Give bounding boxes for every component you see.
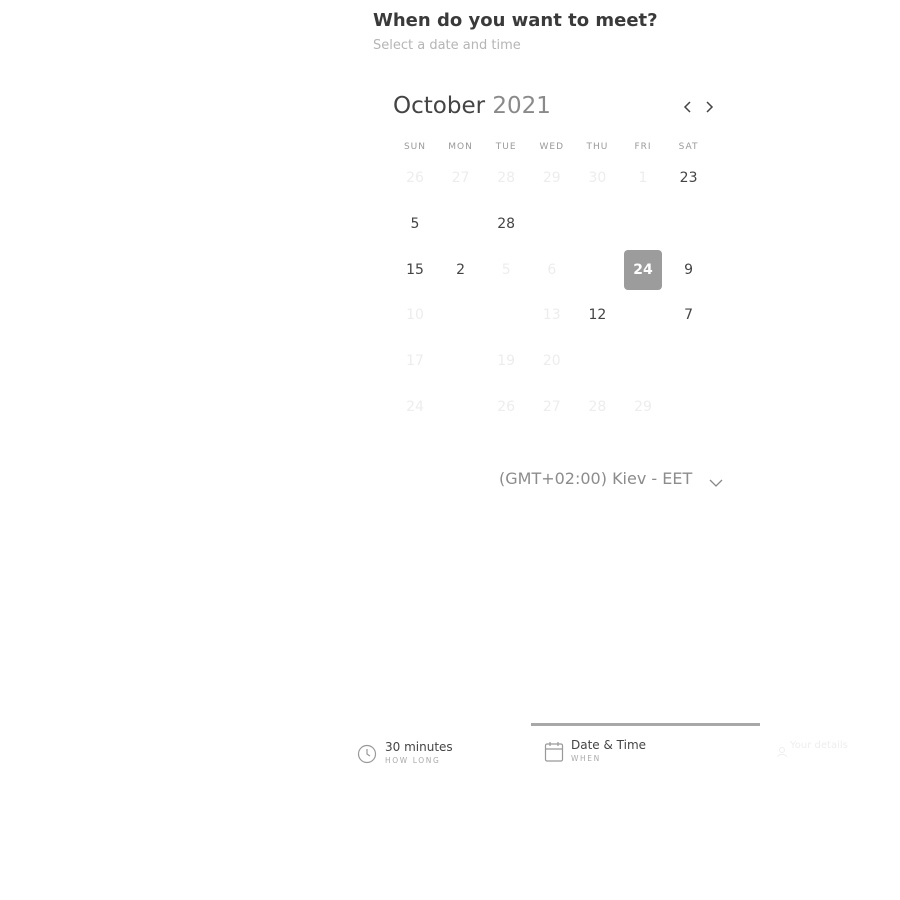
step-date-time-sub: When xyxy=(571,754,601,763)
calendar-day: 29 xyxy=(542,170,561,186)
previous-month-button[interactable] xyxy=(678,97,698,117)
calendar-month: October xyxy=(393,93,486,119)
calendar-day xyxy=(442,387,480,427)
calendar-day: 30 xyxy=(588,170,607,186)
calendar-day xyxy=(442,341,480,381)
calendar-year: 2021 xyxy=(492,93,551,119)
step-date-time[interactable]: Date & Time When xyxy=(571,738,646,763)
step-details-label: Your details xyxy=(790,740,848,751)
calendar-day xyxy=(624,341,662,381)
calendar-day[interactable]: 2 xyxy=(442,250,480,290)
calendar-day[interactable]: 9 xyxy=(670,250,708,290)
calendar-day xyxy=(578,204,616,244)
calendar-day[interactable]: 15 xyxy=(396,250,434,290)
step-duration-label: 30 minutes xyxy=(385,740,453,754)
weekday-label-sat: SAT xyxy=(678,142,699,152)
weekday-label-thu: THU xyxy=(586,142,609,152)
calendar-day[interactable]: 23 xyxy=(670,158,708,198)
calendar-day: 24 xyxy=(406,399,424,415)
step-duration-sub: How long xyxy=(385,756,441,765)
calendar-day xyxy=(578,250,616,290)
calendar-day[interactable]: 28 xyxy=(487,204,525,244)
calendar-icon xyxy=(544,741,564,767)
calendar-day[interactable]: 5 xyxy=(396,204,434,244)
calendar-day: 1 xyxy=(638,170,648,186)
calendar-day xyxy=(624,204,662,244)
calendar-day: 19 xyxy=(497,353,516,370)
calendar-month-title: October 2021 xyxy=(393,93,551,119)
calendar-day xyxy=(670,204,708,244)
page-subtitle: Select a date and time xyxy=(373,38,521,53)
calendar-day xyxy=(670,341,708,381)
step-duration[interactable]: 30 minutes How long xyxy=(385,740,453,765)
step-date-time-label: Date & Time xyxy=(571,738,647,752)
calendar-day: 28 xyxy=(588,399,607,415)
calendar-day: 17 xyxy=(406,353,424,370)
calendar-day[interactable]: 7 xyxy=(670,295,708,335)
weekday-label-fri: FRI xyxy=(634,142,652,152)
weekday-label-sun: SUN xyxy=(403,142,427,152)
chevron-left-icon xyxy=(683,101,691,113)
step-progress-indicator xyxy=(531,723,760,726)
calendar-day xyxy=(578,341,616,381)
calendar-day: 29 xyxy=(634,399,652,415)
timezone-select[interactable]: (GMT+02:00) Kiev - EET xyxy=(499,469,692,488)
timezone-dropdown-toggle[interactable] xyxy=(708,474,724,487)
weekday-label-tue: TUE xyxy=(495,142,517,152)
calendar-day: 5 xyxy=(501,261,511,278)
calendar-day xyxy=(624,295,662,335)
weekday-label-wed: WED xyxy=(539,142,565,152)
calendar-day: 10 xyxy=(406,307,424,324)
chevron-down-icon xyxy=(709,479,723,487)
scheduler-page: When do you want to meet? Select a date … xyxy=(0,0,900,900)
user-icon xyxy=(776,743,788,762)
chevron-right-icon xyxy=(706,101,714,113)
calendar-day: 6 xyxy=(547,261,557,278)
step-details[interactable]: Your details xyxy=(790,740,848,751)
selected-day[interactable]: 24 xyxy=(624,249,662,290)
calendar-day: 28 xyxy=(497,170,516,186)
next-month-button[interactable] xyxy=(699,97,719,117)
calendar-day: 26 xyxy=(406,170,424,186)
calendar-day xyxy=(533,204,571,244)
calendar-day: 13 xyxy=(542,307,561,324)
calendar-day xyxy=(487,295,525,335)
clock-icon xyxy=(357,744,377,768)
weekday-label-mon: MON xyxy=(448,142,473,152)
calendar-day[interactable]: 12 xyxy=(578,295,616,335)
calendar-day xyxy=(442,204,480,244)
calendar-day xyxy=(670,387,708,427)
calendar-day: 26 xyxy=(497,399,516,415)
calendar-day: 27 xyxy=(542,399,561,415)
calendar-day: 20 xyxy=(542,353,561,370)
calendar-day: 27 xyxy=(451,170,470,186)
page-title: When do you want to meet? xyxy=(373,10,658,31)
calendar-day xyxy=(442,295,480,335)
